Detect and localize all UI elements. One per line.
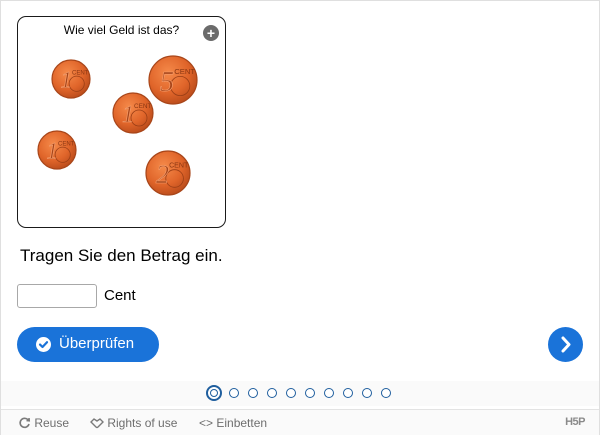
slide-dot-8[interactable] — [343, 388, 353, 398]
slide-dot-3[interactable] — [248, 388, 258, 398]
chevron-right-icon — [561, 336, 571, 353]
image-card: Wie viel Geld ist das? + 1 CENT 5 CENT 1 CENT… — [17, 16, 226, 228]
rights-of-use-label: Rights of use — [107, 416, 178, 430]
reuse-icon — [19, 417, 31, 429]
coin-5-cent: 5 CENT — [148, 55, 198, 105]
svg-text:CENT: CENT — [134, 103, 151, 110]
handshake-icon — [90, 418, 104, 429]
footer-bar: Reuse Rights of use <> Einbetten H5P — [1, 409, 599, 435]
coin-1-cent: 1 CENT — [37, 130, 77, 170]
check-button[interactable]: Überprüfen — [17, 327, 159, 362]
coin-1-cent: 1 CENT — [112, 92, 154, 134]
slide-dot-4[interactable] — [267, 388, 277, 398]
slide-dot-1[interactable] — [206, 385, 222, 401]
check-button-label: Überprüfen — [59, 335, 135, 352]
unit-label: Cent — [104, 287, 136, 304]
svg-text:2: 2 — [156, 159, 169, 189]
svg-text:CENT: CENT — [169, 163, 189, 170]
slide-dot-6[interactable] — [305, 388, 315, 398]
svg-text:CENT: CENT — [72, 69, 89, 76]
task-prompt: Tragen Sie den Betrag ein. — [20, 246, 223, 265]
embed-link[interactable]: <> Einbetten — [199, 416, 267, 430]
next-slide-button[interactable] — [548, 327, 583, 362]
check-circle-icon — [36, 337, 51, 352]
coin-2-cent: 2 CENT — [145, 150, 191, 196]
code-icon: <> — [199, 416, 214, 430]
svg-text:CENT: CENT — [174, 67, 195, 76]
slide-dot-5[interactable] — [286, 388, 296, 398]
slide-dot-7[interactable] — [324, 388, 334, 398]
embed-label: Einbetten — [216, 416, 268, 430]
svg-text:1: 1 — [47, 139, 58, 164]
slide-dot-2[interactable] — [229, 388, 239, 398]
slide-navigation — [1, 381, 599, 406]
h5p-logo[interactable]: H5P — [565, 416, 585, 428]
svg-text:1: 1 — [61, 68, 72, 93]
rights-of-use-link[interactable]: Rights of use — [90, 416, 177, 430]
svg-text:5: 5 — [160, 66, 174, 98]
reuse-label: Reuse — [34, 416, 70, 430]
reuse-link[interactable]: Reuse — [18, 416, 69, 430]
coin-1-cent: 1 CENT — [51, 59, 91, 99]
coins-illustration: 1 CENT 5 CENT1 CENT1 CENT2 CENT — [37, 55, 198, 196]
amount-input[interactable] — [17, 284, 97, 308]
slide-dot-10[interactable] — [381, 388, 391, 398]
svg-text:CENT: CENT — [58, 140, 75, 147]
svg-text:1: 1 — [122, 102, 134, 128]
slide-dot-9[interactable] — [362, 388, 372, 398]
